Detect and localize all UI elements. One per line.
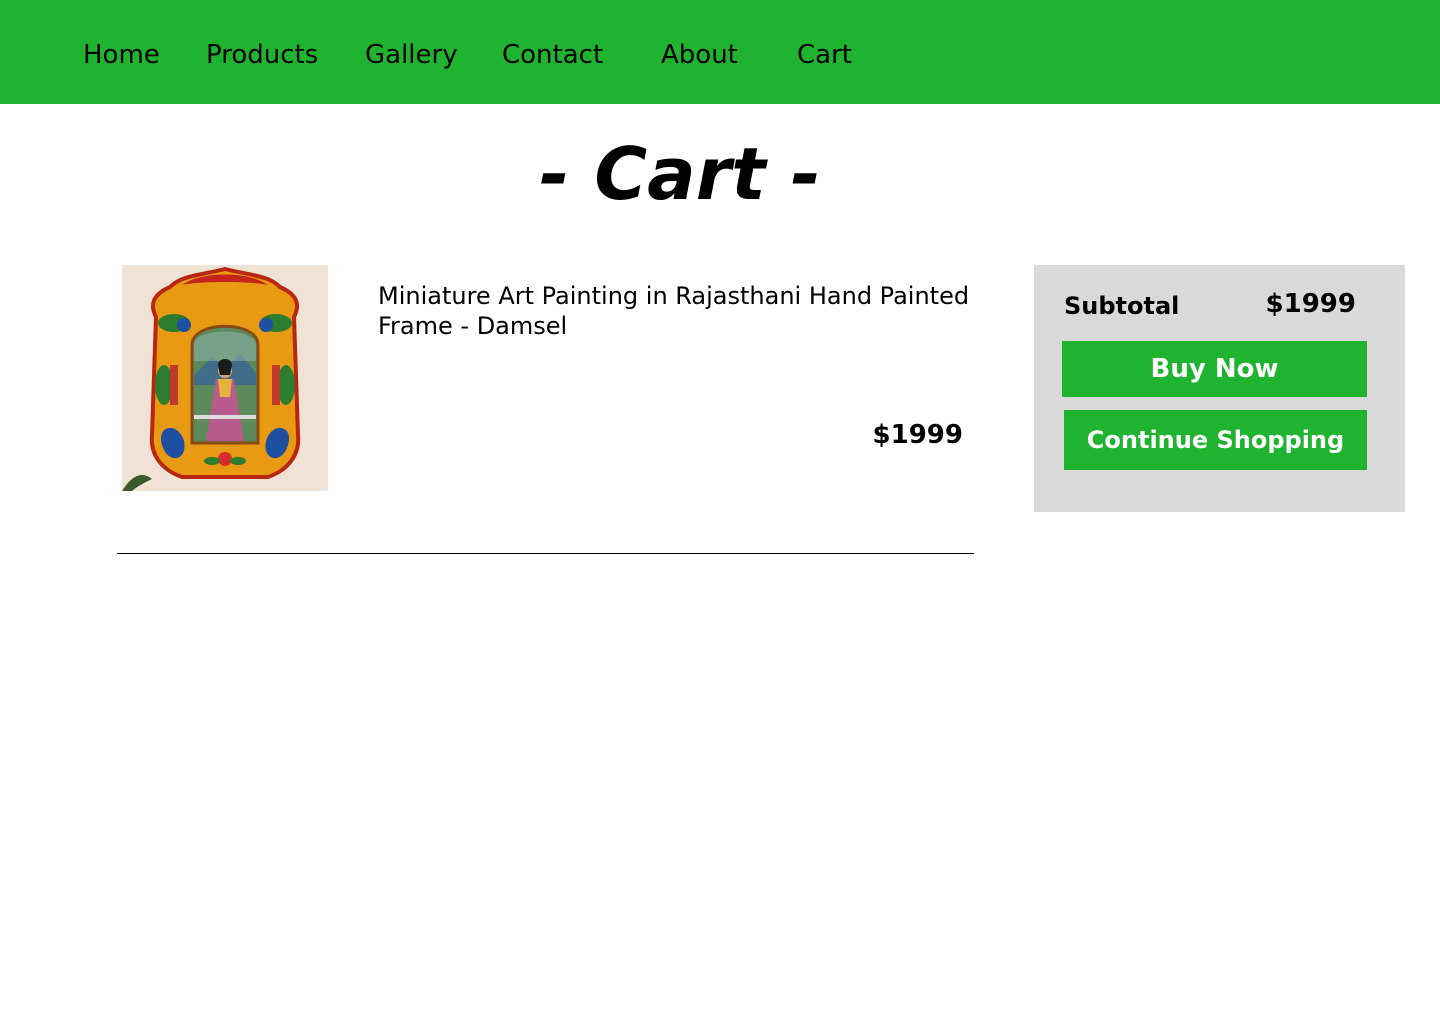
nav-link-contact[interactable]: Contact	[502, 38, 603, 72]
buy-now-button[interactable]: Buy Now	[1062, 341, 1367, 397]
nav-link-home[interactable]: Home	[83, 38, 160, 72]
cart-divider	[117, 553, 974, 554]
cart-item-name[interactable]: Miniature Art Painting in Rajasthani Han…	[378, 281, 978, 341]
subtotal-value: $1999	[1265, 289, 1356, 319]
nav-link-gallery[interactable]: Gallery	[365, 38, 458, 72]
subtotal-label: Subtotal	[1064, 292, 1180, 320]
continue-shopping-button[interactable]: Continue Shopping	[1064, 410, 1367, 470]
product-image[interactable]	[122, 265, 328, 491]
page-title: - Cart -	[539, 132, 821, 216]
top-navbar: Home Products Gallery Contact About Cart	[0, 0, 1440, 104]
nav-link-cart[interactable]: Cart	[797, 38, 852, 72]
order-summary-panel: Subtotal $1999 Buy Now Continue Shopping	[1034, 265, 1405, 512]
rajasthani-miniature-painting-image	[122, 265, 328, 491]
cart-item-price: $1999	[872, 420, 963, 450]
nav-link-products[interactable]: Products	[206, 38, 318, 72]
nav-link-about[interactable]: About	[661, 38, 738, 72]
